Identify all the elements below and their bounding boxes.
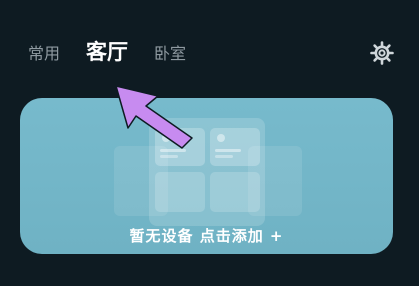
tab-bedroom[interactable]: 卧室	[154, 40, 186, 64]
settings-button[interactable]	[369, 40, 395, 66]
room-tabs: 常用 客厅 卧室	[28, 36, 212, 66]
add-device-card[interactable]: 暂无设备 点击添加 +	[20, 98, 393, 254]
home-screen: 常用 客厅 卧室 暂无设备 点击添加 +	[0, 0, 419, 286]
empty-state-message: 暂无设备 点击添加 +	[129, 227, 284, 245]
tab-living-room[interactable]: 客厅	[86, 36, 128, 66]
gear-icon	[370, 41, 394, 65]
tab-common[interactable]: 常用	[28, 40, 60, 64]
